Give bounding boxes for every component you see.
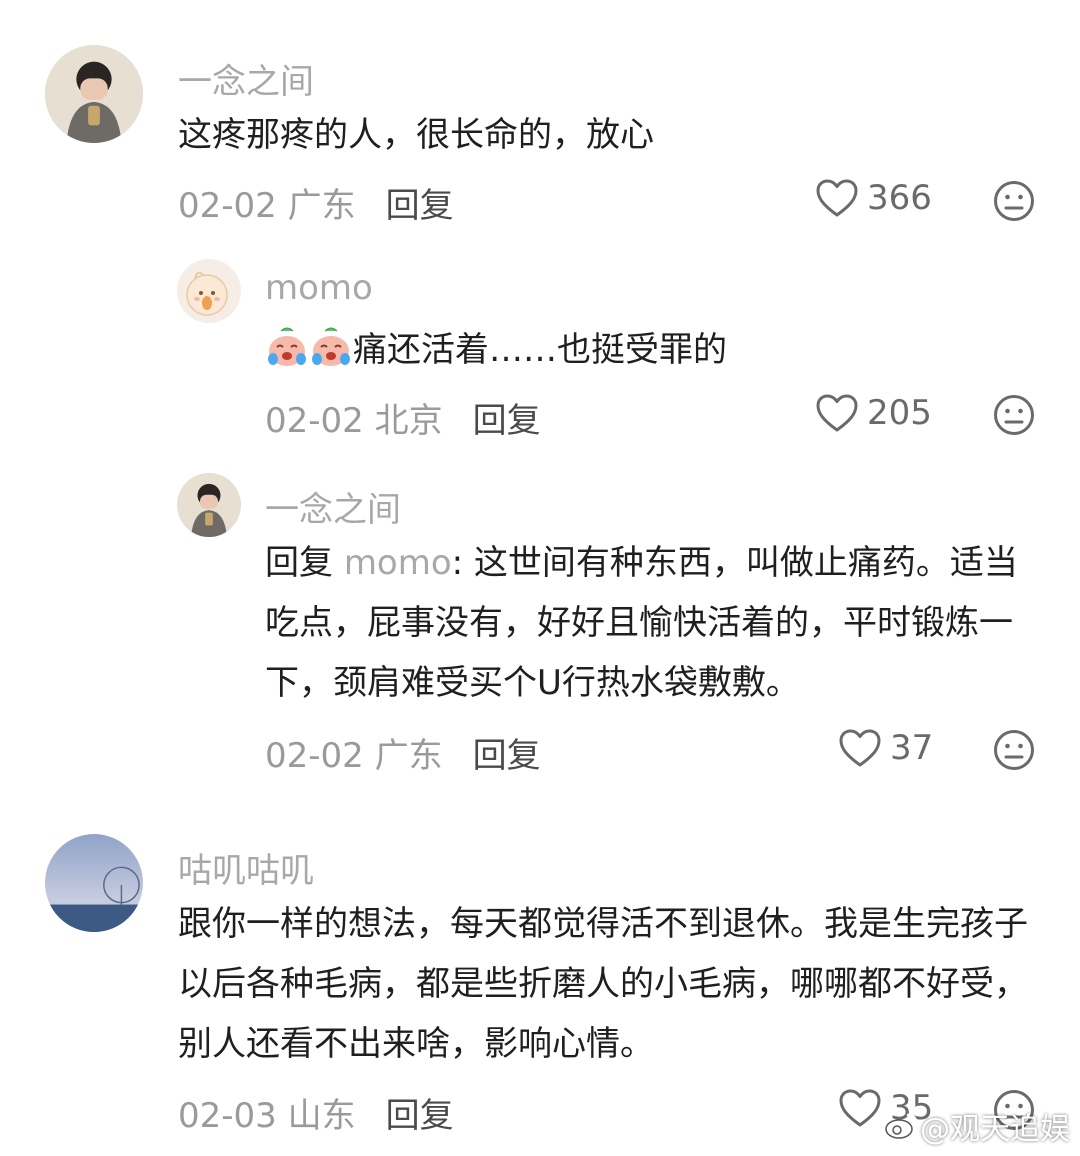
date-location: 02-02 北京: [265, 401, 443, 441]
reply-button[interactable]: 回复: [386, 1096, 454, 1136]
username[interactable]: 一念之间: [265, 482, 401, 531]
dislike-button[interactable]: [993, 180, 1035, 226]
like-count: 366: [867, 178, 932, 218]
dislike-button[interactable]: [993, 394, 1035, 440]
heart-outline-icon: [839, 729, 881, 767]
comment-meta: 02-02 广东 回复: [178, 178, 454, 227]
comment-text: 跟你一样的想法，每天都觉得活不到退休。我是生完孩子以后各种毛病，都是些折磨人的小…: [178, 904, 1028, 1064]
reply-button[interactable]: 回复: [473, 736, 541, 776]
username[interactable]: 咕叽咕叽: [178, 843, 314, 892]
date-location: 02-03 山东: [178, 1096, 356, 1136]
username[interactable]: 一念之间: [178, 54, 314, 103]
comment-text: 痛还活着……也挺受罪的: [265, 320, 1045, 380]
crying-peach-emoji: [268, 327, 306, 366]
reply-prefix: 回复: [265, 543, 344, 583]
comment-meta: 02-02 北京 回复: [265, 393, 541, 442]
like-button[interactable]: 366: [815, 178, 932, 218]
like-button[interactable]: 37: [838, 728, 933, 768]
heart-outline-icon: [839, 1089, 881, 1127]
watermark: @观天追娱: [884, 1104, 1070, 1148]
username[interactable]: momo: [265, 268, 373, 308]
crying-peach-emoji: [312, 327, 350, 366]
reply-button[interactable]: 回复: [473, 401, 541, 441]
like-count: 205: [867, 393, 932, 433]
heart-outline-icon: [816, 394, 858, 432]
like-button[interactable]: 205: [815, 393, 932, 433]
avatar[interactable]: [177, 259, 241, 323]
neutral-face-icon: [994, 730, 1034, 770]
heart-outline-icon: [816, 179, 858, 217]
avatar[interactable]: [177, 473, 241, 537]
neutral-face-icon: [994, 395, 1034, 435]
date-location: 02-02 广东: [265, 736, 443, 776]
avatar[interactable]: [45, 45, 143, 143]
date-location: 02-02 广东: [178, 186, 356, 226]
reply-button[interactable]: 回复: [386, 186, 454, 226]
weibo-logo-icon: [885, 1113, 918, 1139]
comment-text: 这疼那疼的人，很长命的，放心: [178, 115, 654, 155]
like-count: 37: [890, 728, 934, 768]
comment-meta: 02-03 山东 回复: [178, 1088, 454, 1137]
dislike-button[interactable]: [993, 729, 1035, 775]
watermark-text: @观天追娱: [920, 1112, 1070, 1147]
avatar[interactable]: [45, 834, 143, 932]
neutral-face-icon: [994, 181, 1034, 221]
mention-link[interactable]: momo: [344, 543, 452, 583]
comment-body: 痛还活着……也挺受罪的: [353, 330, 727, 370]
comment-text: 回复 momo: 这世间有种东西，叫做止痛药。适当吃点，屁事没有，好好且愉快活着…: [265, 533, 1035, 713]
comment-meta: 02-02 广东 回复: [265, 728, 541, 777]
